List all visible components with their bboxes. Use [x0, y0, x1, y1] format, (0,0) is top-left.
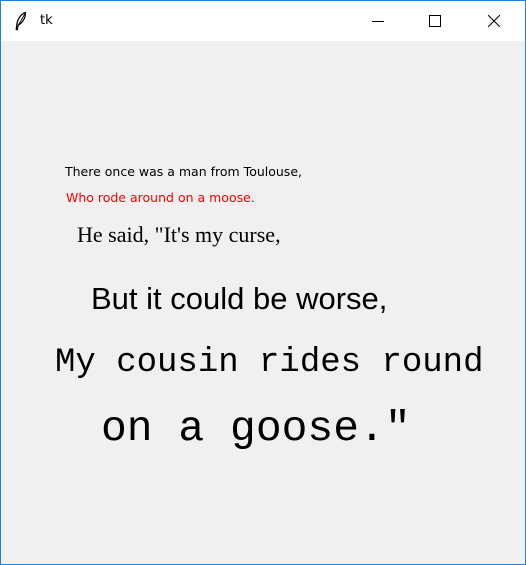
minimize-icon — [372, 15, 384, 27]
window-title: tk — [40, 13, 53, 28]
poem-line-2: Who rode around on a moose. — [66, 190, 255, 205]
tk-window: tk There once was a man from Toulouse, W… — [0, 0, 526, 565]
poem-line-5: My cousin rides round — [55, 344, 484, 382]
poem-line-4: But it could be worse, — [91, 281, 388, 316]
poem-line-1: There once was a man from Toulouse, — [65, 164, 302, 179]
poem-line-3: He said, "It's my curse, — [77, 222, 281, 247]
close-icon — [488, 15, 500, 27]
maximize-button[interactable] — [412, 1, 458, 41]
feather-icon — [13, 11, 29, 31]
poem-line-6: on a goose." — [101, 404, 411, 453]
minimize-button[interactable] — [355, 1, 401, 41]
maximize-icon — [429, 15, 441, 27]
title-bar[interactable]: tk — [1, 1, 525, 41]
close-button[interactable] — [471, 1, 517, 41]
window-client-area: There once was a man from Toulouse, Who … — [1, 41, 525, 564]
